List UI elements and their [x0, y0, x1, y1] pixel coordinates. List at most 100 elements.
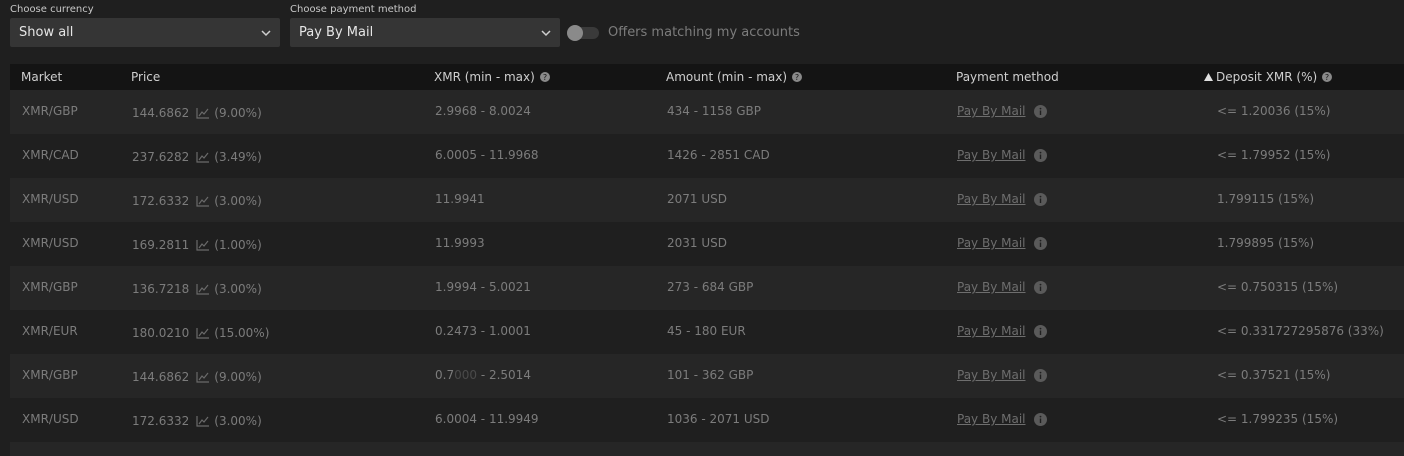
market-cell: XMR/USD: [22, 236, 79, 250]
chevron-down-icon: [541, 30, 551, 37]
payment-method-link[interactable]: Pay By Mail: [957, 236, 1026, 250]
amount-cell: 1426 - 2851 CAD: [667, 148, 770, 162]
table-row[interactable]: [10, 442, 1404, 456]
help-icon[interactable]: ?: [1322, 72, 1333, 82]
payment-method-link[interactable]: Pay By Mail: [957, 104, 1026, 118]
svg-text:?: ?: [795, 73, 799, 82]
info-icon[interactable]: [1033, 237, 1047, 250]
header-market[interactable]: Market: [21, 64, 62, 90]
chart-icon[interactable]: [196, 239, 210, 251]
price-cell: 172.6332 (3.00%): [132, 414, 262, 428]
deposit-cell: <= 1.79952 (15%): [1217, 148, 1331, 162]
payment-method-cell: Pay By Mail: [957, 104, 1047, 118]
market-cell: XMR/EUR: [22, 324, 78, 338]
currency-select-value: Show all: [19, 25, 74, 40]
deposit-cell: <= 1.799235 (15%): [1217, 412, 1339, 426]
deposit-cell: <= 0.37521 (15%): [1217, 368, 1331, 382]
table-row[interactable]: XMR/GBP 136.7218 (3.00%) 1.9994 - 5.0021 273…: [10, 266, 1404, 310]
amount-cell: 45 - 180 EUR: [667, 324, 746, 338]
payment-method-cell: Pay By Mail: [957, 368, 1047, 382]
info-icon[interactable]: [1033, 105, 1047, 118]
table-row[interactable]: XMR/USD 172.6332 (3.00%) 11.9941 2071 USD Pay…: [10, 178, 1404, 222]
amount-cell: 2031 USD: [667, 236, 727, 250]
amount-cell: 434 - 1158 GBP: [667, 104, 761, 118]
chart-icon[interactable]: [196, 107, 210, 119]
amount-cell: 273 - 684 GBP: [667, 280, 754, 294]
chart-icon[interactable]: [196, 283, 210, 295]
xmr-range-cell: 1.9994 - 5.0021: [435, 280, 531, 294]
amount-cell: 101 - 362 GBP: [667, 368, 754, 382]
market-cell: XMR/USD: [22, 412, 79, 426]
xmr-range-cell: 0.2473 - 1.0001: [435, 324, 531, 338]
table-row[interactable]: XMR/USD 169.2811 (1.00%) 11.9993 2031 USD Pay…: [10, 222, 1404, 266]
deposit-cell: 1.799115 (15%): [1217, 192, 1315, 206]
header-deposit[interactable]: Deposit XMR (%)?: [1204, 64, 1333, 90]
market-cell: XMR/USD: [22, 192, 79, 206]
market-cell: XMR/GBP: [22, 368, 78, 382]
payment-method-link[interactable]: Pay By Mail: [957, 192, 1026, 206]
payment-method-link[interactable]: Pay By Mail: [957, 368, 1026, 382]
header-xmr[interactable]: XMR (min - max)?: [434, 64, 550, 90]
chevron-down-icon: [261, 30, 271, 37]
currency-label: Choose currency: [10, 4, 94, 15]
payment-method-cell: Pay By Mail: [957, 324, 1047, 338]
xmr-range-cell: 0.7000 - 2.5014: [435, 368, 531, 382]
toggle-knob: [567, 25, 583, 41]
amount-cell: 1036 - 2071 USD: [667, 412, 770, 426]
info-icon[interactable]: [1033, 149, 1047, 162]
xmr-range-cell: 11.9993: [435, 236, 485, 250]
xmr-range-cell: 6.0005 - 11.9968: [435, 148, 539, 162]
offers-table: Market Price XMR (min - max)? Amount (mi…: [10, 64, 1404, 442]
table-header: Market Price XMR (min - max)? Amount (mi…: [10, 64, 1404, 90]
payment-method-cell: Pay By Mail: [957, 412, 1047, 426]
info-icon[interactable]: [1033, 325, 1047, 338]
market-cell: XMR/GBP: [22, 280, 78, 294]
info-icon[interactable]: [1033, 281, 1047, 294]
header-amount[interactable]: Amount (min - max)?: [666, 64, 803, 90]
price-cell: 180.0210 (15.00%): [132, 326, 270, 340]
amount-cell: 2071 USD: [667, 192, 727, 206]
info-icon[interactable]: [1033, 413, 1047, 426]
help-icon[interactable]: ?: [792, 72, 803, 82]
matching-accounts-toggle[interactable]: [567, 25, 599, 41]
info-icon[interactable]: [1033, 193, 1047, 206]
table-row[interactable]: XMR/GBP 144.6862 (9.00%) 2.9968 - 8.0024 434…: [10, 90, 1404, 134]
deposit-cell: <= 0.331727295876 (33%): [1217, 324, 1384, 338]
matching-accounts-label: Offers matching my accounts: [608, 25, 800, 40]
header-price[interactable]: Price: [131, 64, 160, 90]
header-payment-method[interactable]: Payment method: [956, 64, 1059, 90]
help-icon[interactable]: ?: [539, 72, 550, 82]
xmr-range-cell: 2.9968 - 8.0024: [435, 104, 531, 118]
deposit-cell: 1.799895 (15%): [1217, 236, 1315, 250]
payment-method-select[interactable]: Pay By Mail: [290, 18, 560, 47]
table-body: XMR/GBP 144.6862 (9.00%) 2.9968 - 8.0024 434…: [10, 90, 1404, 442]
payment-method-link[interactable]: Pay By Mail: [957, 412, 1026, 426]
payment-method-label: Choose payment method: [290, 4, 417, 15]
payment-method-link[interactable]: Pay By Mail: [957, 280, 1026, 294]
chart-icon[interactable]: [196, 371, 210, 383]
price-cell: 169.2811 (1.00%): [132, 238, 262, 252]
svg-text:?: ?: [1325, 73, 1329, 82]
market-cell: XMR/GBP: [22, 104, 78, 118]
table-row[interactable]: XMR/EUR 180.0210 (15.00%) 0.2473 - 1.0001 45…: [10, 310, 1404, 354]
price-cell: 144.6862 (9.00%): [132, 370, 262, 384]
table-row[interactable]: XMR/GBP 144.6862 (9.00%) 0.7000 - 2.5014 101…: [10, 354, 1404, 398]
payment-method-cell: Pay By Mail: [957, 280, 1047, 294]
price-cell: 172.6332 (3.00%): [132, 194, 262, 208]
payment-method-cell: Pay By Mail: [957, 192, 1047, 206]
chart-icon[interactable]: [196, 327, 210, 339]
table-row[interactable]: XMR/USD 172.6332 (3.00%) 6.0004 - 11.9949 10…: [10, 398, 1404, 442]
table-row[interactable]: XMR/CAD 237.6282 (3.49%) 6.0005 - 11.9968 14…: [10, 134, 1404, 178]
payment-method-link[interactable]: Pay By Mail: [957, 148, 1026, 162]
deposit-cell: <= 0.750315 (15%): [1217, 280, 1339, 294]
payment-method-cell: Pay By Mail: [957, 236, 1047, 250]
deposit-cell: <= 1.20036 (15%): [1217, 104, 1331, 118]
currency-select[interactable]: Show all: [10, 18, 280, 47]
chart-icon[interactable]: [196, 415, 210, 427]
info-icon[interactable]: [1033, 369, 1047, 382]
market-cell: XMR/CAD: [22, 148, 79, 162]
chart-icon[interactable]: [196, 195, 210, 207]
sort-up-icon: [1204, 73, 1213, 81]
payment-method-link[interactable]: Pay By Mail: [957, 324, 1026, 338]
chart-icon[interactable]: [196, 151, 210, 163]
